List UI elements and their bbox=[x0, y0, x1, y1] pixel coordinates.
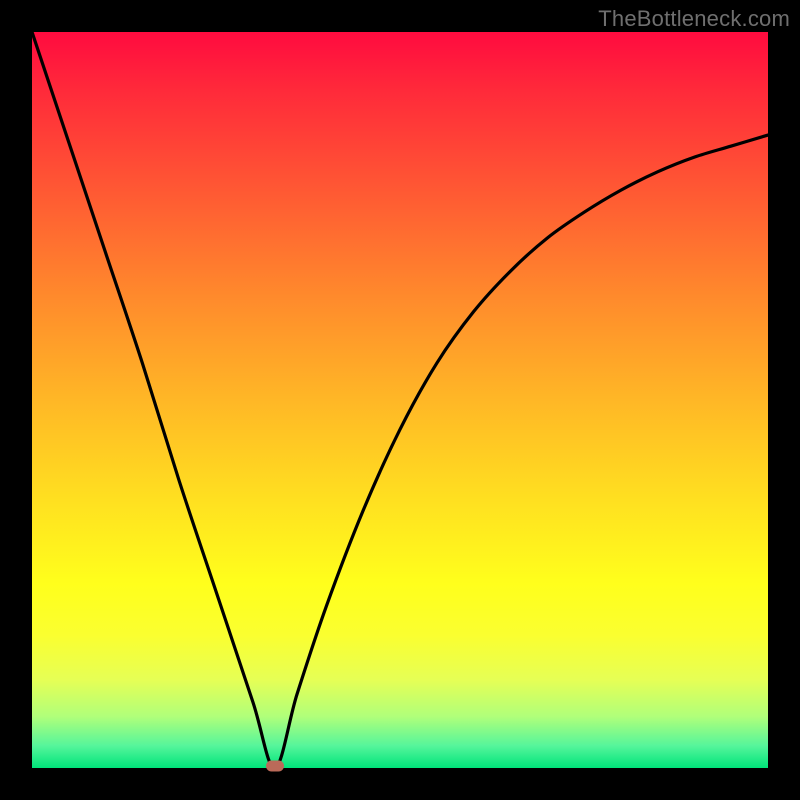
plot-area bbox=[32, 32, 768, 768]
bottleneck-curve bbox=[32, 32, 768, 768]
minimum-marker bbox=[266, 761, 284, 772]
watermark-text: TheBottleneck.com bbox=[598, 6, 790, 32]
curve-path bbox=[32, 32, 768, 768]
chart-frame: TheBottleneck.com bbox=[0, 0, 800, 800]
